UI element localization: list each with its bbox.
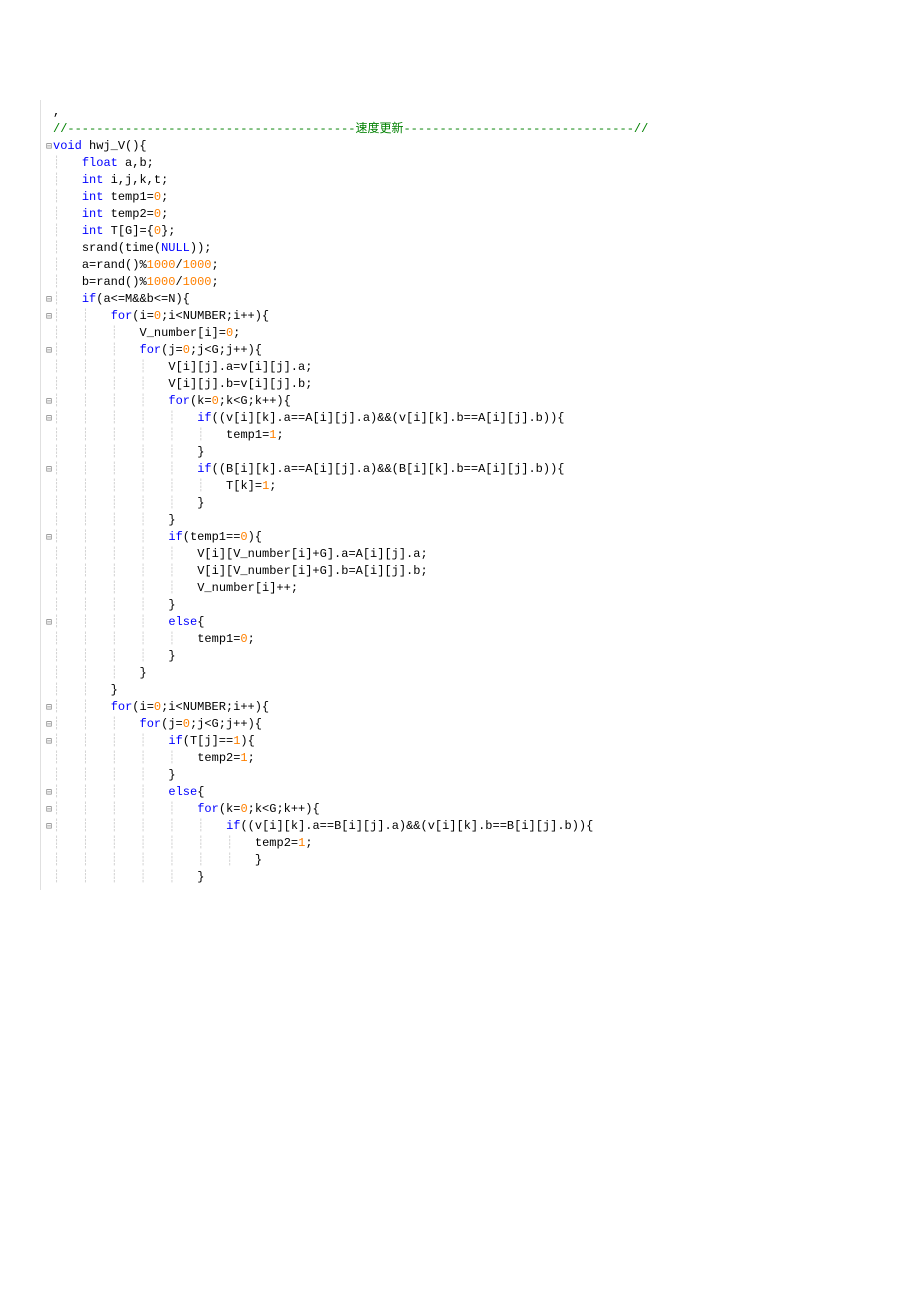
document-page: , //------------------------------------… bbox=[0, 0, 920, 930]
code-editor-snippet: , //------------------------------------… bbox=[40, 100, 880, 890]
